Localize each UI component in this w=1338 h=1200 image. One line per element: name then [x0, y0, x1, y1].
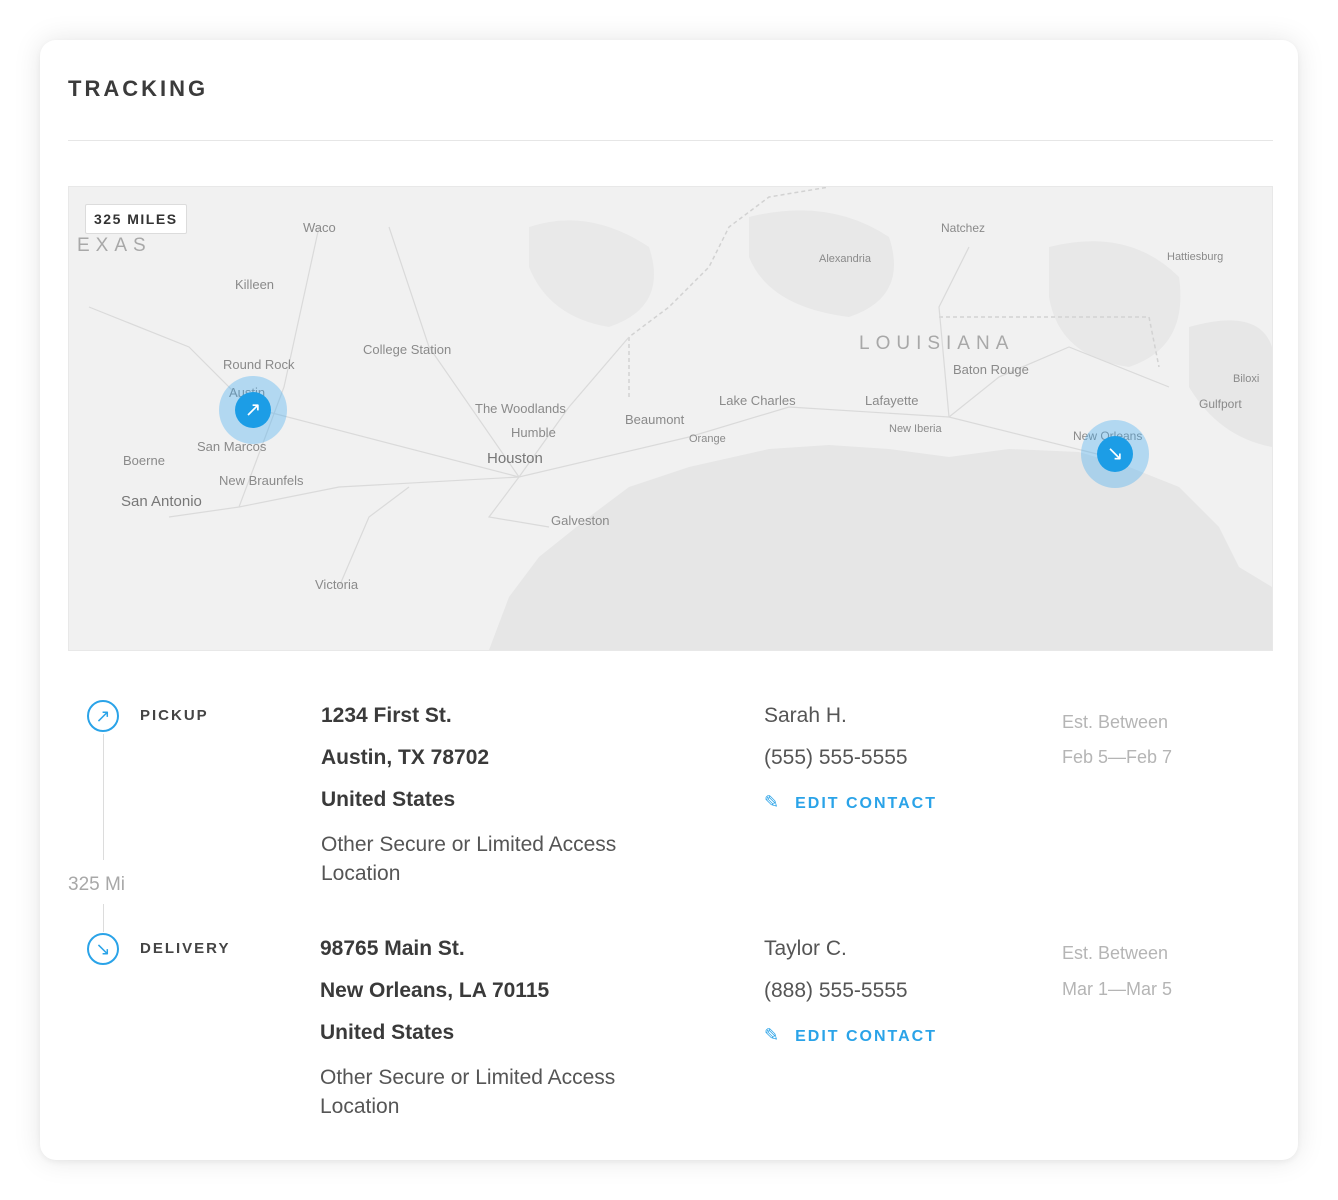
pickup-address-line2: Austin, TX 78702: [321, 746, 490, 769]
delivery-address-line2: New Orleans, LA 70115: [320, 979, 550, 1002]
distance-badge: 325 MILES: [85, 204, 187, 234]
map-label-city: College Station: [363, 342, 452, 357]
delivery-contact-name: Taylor C.: [764, 937, 847, 960]
delivery-address-line1: 98765 Main St.: [320, 937, 465, 960]
map-label-city: Waco: [303, 220, 336, 235]
map-label-city: New Iberia: [889, 423, 942, 435]
map-label-city: Galveston: [551, 513, 610, 528]
edit-contact-label: EDIT CONTACT: [795, 1028, 938, 1045]
map-label-louisiana: LOUISIANA: [859, 333, 1015, 354]
map-label-city: Beaumont: [625, 412, 685, 427]
route-map[interactable]: 325 MILES EXAS LOUISIANA Waco Killeen Ro…: [68, 186, 1273, 651]
map-label-city: Orange: [689, 433, 726, 445]
map-label-city: Boerne: [123, 453, 165, 468]
pickup-label: PICKUP: [140, 707, 209, 724]
map-label-city: New Braunfels: [219, 473, 304, 488]
map-label-city: Humble: [511, 425, 556, 440]
map-label-city: Victoria: [315, 577, 359, 592]
map-label-city: San Antonio: [121, 493, 202, 510]
delivery-edit-contact-button[interactable]: ✎ EDIT CONTACT: [764, 1025, 937, 1046]
timeline-line: [103, 734, 104, 860]
map-label-city: Baton Rouge: [953, 362, 1029, 377]
pickup-est-dates: Feb 5—Feb 7: [1062, 747, 1173, 767]
page-title: TRACKING: [68, 76, 209, 101]
delivery-label: DELIVERY: [140, 940, 231, 957]
delivery-arrow-down-right-icon: ↘: [87, 933, 119, 965]
pickup-address-line1: 1234 First St.: [321, 704, 452, 727]
map-label-city: Gulfport: [1199, 397, 1242, 411]
route-distance: 325 Mi: [68, 874, 126, 895]
pickup-access-type: Other Secure or Limited Access Location: [321, 833, 617, 885]
header-divider: [68, 140, 1273, 141]
arrow-up-right-icon: ↗: [235, 392, 271, 428]
pickup-contact-name: Sarah H.: [764, 704, 847, 727]
pencil-icon: ✎: [764, 1025, 782, 1045]
map-label-city: Hattiesburg: [1167, 251, 1224, 263]
map-label-city: Biloxi: [1233, 373, 1260, 385]
delivery-map-pin[interactable]: ↘: [1081, 420, 1149, 488]
land-shade: [1189, 320, 1272, 447]
pickup-arrow-up-right-icon: ↗: [87, 700, 119, 732]
map-label-city: Killeen: [235, 277, 275, 292]
pickup-est-label: Est. Between: [1062, 712, 1169, 732]
delivery-contact-phone: (888) 555-5555: [764, 979, 908, 1002]
pickup-country: United States: [321, 788, 456, 811]
map-label-city: Alexandria: [819, 253, 871, 265]
map-label-city: Natchez: [941, 221, 986, 235]
delivery-access-type: Other Secure or Limited Access Location: [320, 1066, 616, 1118]
map-label-city: Lake Charles: [719, 393, 796, 408]
delivery-est-label: Est. Between: [1062, 943, 1169, 963]
timeline-line: [103, 904, 104, 932]
map-label-texas: EXAS: [77, 235, 152, 256]
map-label-city: Houston: [487, 450, 543, 467]
land-shade: [529, 220, 654, 327]
delivery-country: United States: [320, 1021, 455, 1044]
tracking-card: TRACKING 325 MILES EXAS LOUISIANA Waco K…: [40, 40, 1298, 1160]
arrow-down-right-icon: ↘: [1097, 436, 1133, 472]
land-shade: [1049, 241, 1181, 367]
edit-contact-label: EDIT CONTACT: [795, 795, 938, 812]
pickup-edit-contact-button[interactable]: ✎ EDIT CONTACT: [764, 792, 937, 813]
pickup-map-pin[interactable]: ↗: [219, 376, 287, 444]
map-label-city: The Woodlands: [475, 401, 566, 416]
delivery-est-dates: Mar 1—Mar 5: [1062, 979, 1173, 999]
map-label-city: Lafayette: [865, 393, 919, 408]
pencil-icon: ✎: [764, 792, 782, 812]
map-label-city: Round Rock: [223, 357, 295, 372]
pickup-contact-phone: (555) 555-5555: [764, 746, 908, 769]
gulf-water: [489, 445, 1272, 650]
